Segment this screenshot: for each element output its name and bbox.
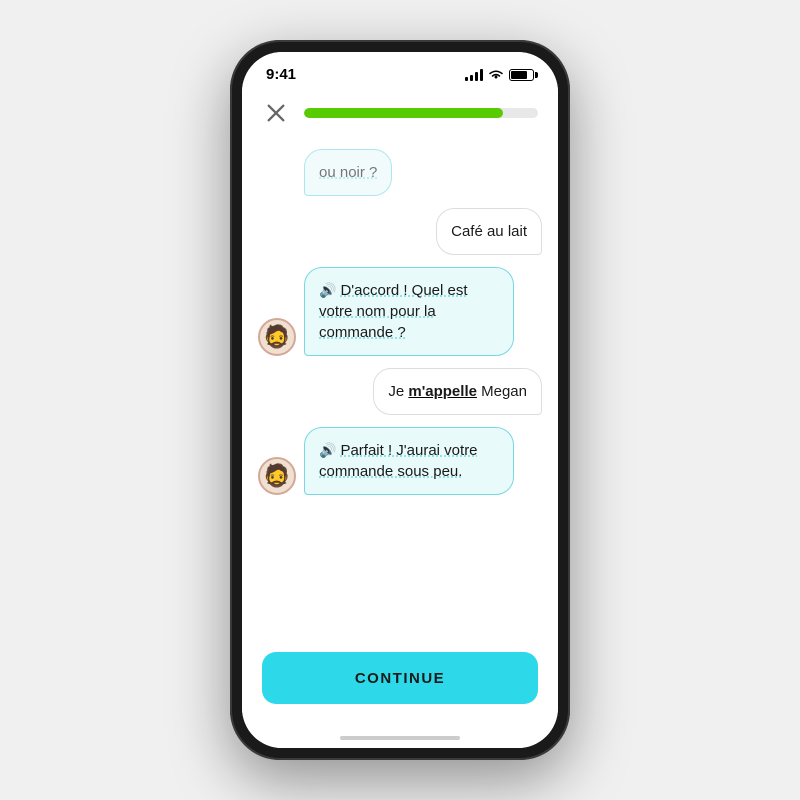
battery-icon bbox=[509, 69, 534, 81]
avatar: 🧔 bbox=[258, 457, 296, 495]
list-item: ou noir ? bbox=[258, 149, 542, 196]
continue-button[interactable]: CONTINUE bbox=[262, 652, 538, 704]
chat-text-partial: ou noir ? bbox=[319, 164, 377, 181]
status-bar: 9:41 bbox=[242, 52, 558, 91]
home-indicator bbox=[242, 728, 558, 748]
chat-text-cafe: Café au lait bbox=[451, 223, 527, 240]
chat-text-megan-pre: Je bbox=[388, 383, 408, 400]
chat-bubble-megan: Je m'appelle Megan bbox=[373, 368, 542, 415]
chat-bubble-cafe: Café au lait bbox=[436, 208, 542, 255]
chat-bubble-parfait: 🔊Parfait ! J'aurai votre commande sous p… bbox=[304, 427, 514, 495]
chat-text-megan-post: Megan bbox=[477, 383, 527, 400]
home-indicator-bar bbox=[340, 736, 460, 740]
speaker-icon: 🔊 bbox=[319, 442, 336, 458]
signal-icon bbox=[465, 69, 483, 81]
speaker-icon: 🔊 bbox=[319, 282, 336, 298]
list-item: 🧔 🔊D'accord ! Quel est votre nom pour la… bbox=[258, 267, 542, 356]
chat-bubble-accord: 🔊D'accord ! Quel est votre nom pour la c… bbox=[304, 267, 514, 356]
avatar: 🧔 bbox=[258, 318, 296, 356]
phone-screen: 9:41 bbox=[242, 52, 558, 748]
wifi-icon bbox=[488, 69, 504, 81]
chat-text-megan-bold: m'appelle bbox=[408, 383, 477, 400]
progress-bar-fill bbox=[304, 108, 503, 118]
phone-frame: 9:41 bbox=[230, 40, 570, 760]
list-item: Je m'appelle Megan bbox=[258, 368, 542, 415]
chat-text-accord: D'accord ! Quel est votre nom pour la co… bbox=[319, 282, 468, 341]
chat-bubble-partial: ou noir ? bbox=[304, 149, 392, 196]
list-item: Café au lait bbox=[258, 208, 542, 255]
chat-area: ou noir ? Café au lait 🧔 🔊D'accord ! Que… bbox=[242, 139, 558, 640]
progress-bar bbox=[304, 108, 538, 118]
list-item: 🧔 🔊Parfait ! J'aurai votre commande sous… bbox=[258, 427, 542, 495]
app-header bbox=[242, 91, 558, 139]
close-button[interactable] bbox=[262, 99, 290, 127]
status-time: 9:41 bbox=[266, 66, 296, 83]
chat-text-parfait: Parfait ! J'aurai votre commande sous pe… bbox=[319, 442, 478, 480]
bottom-area: CONTINUE bbox=[242, 640, 558, 728]
status-icons bbox=[465, 69, 534, 81]
